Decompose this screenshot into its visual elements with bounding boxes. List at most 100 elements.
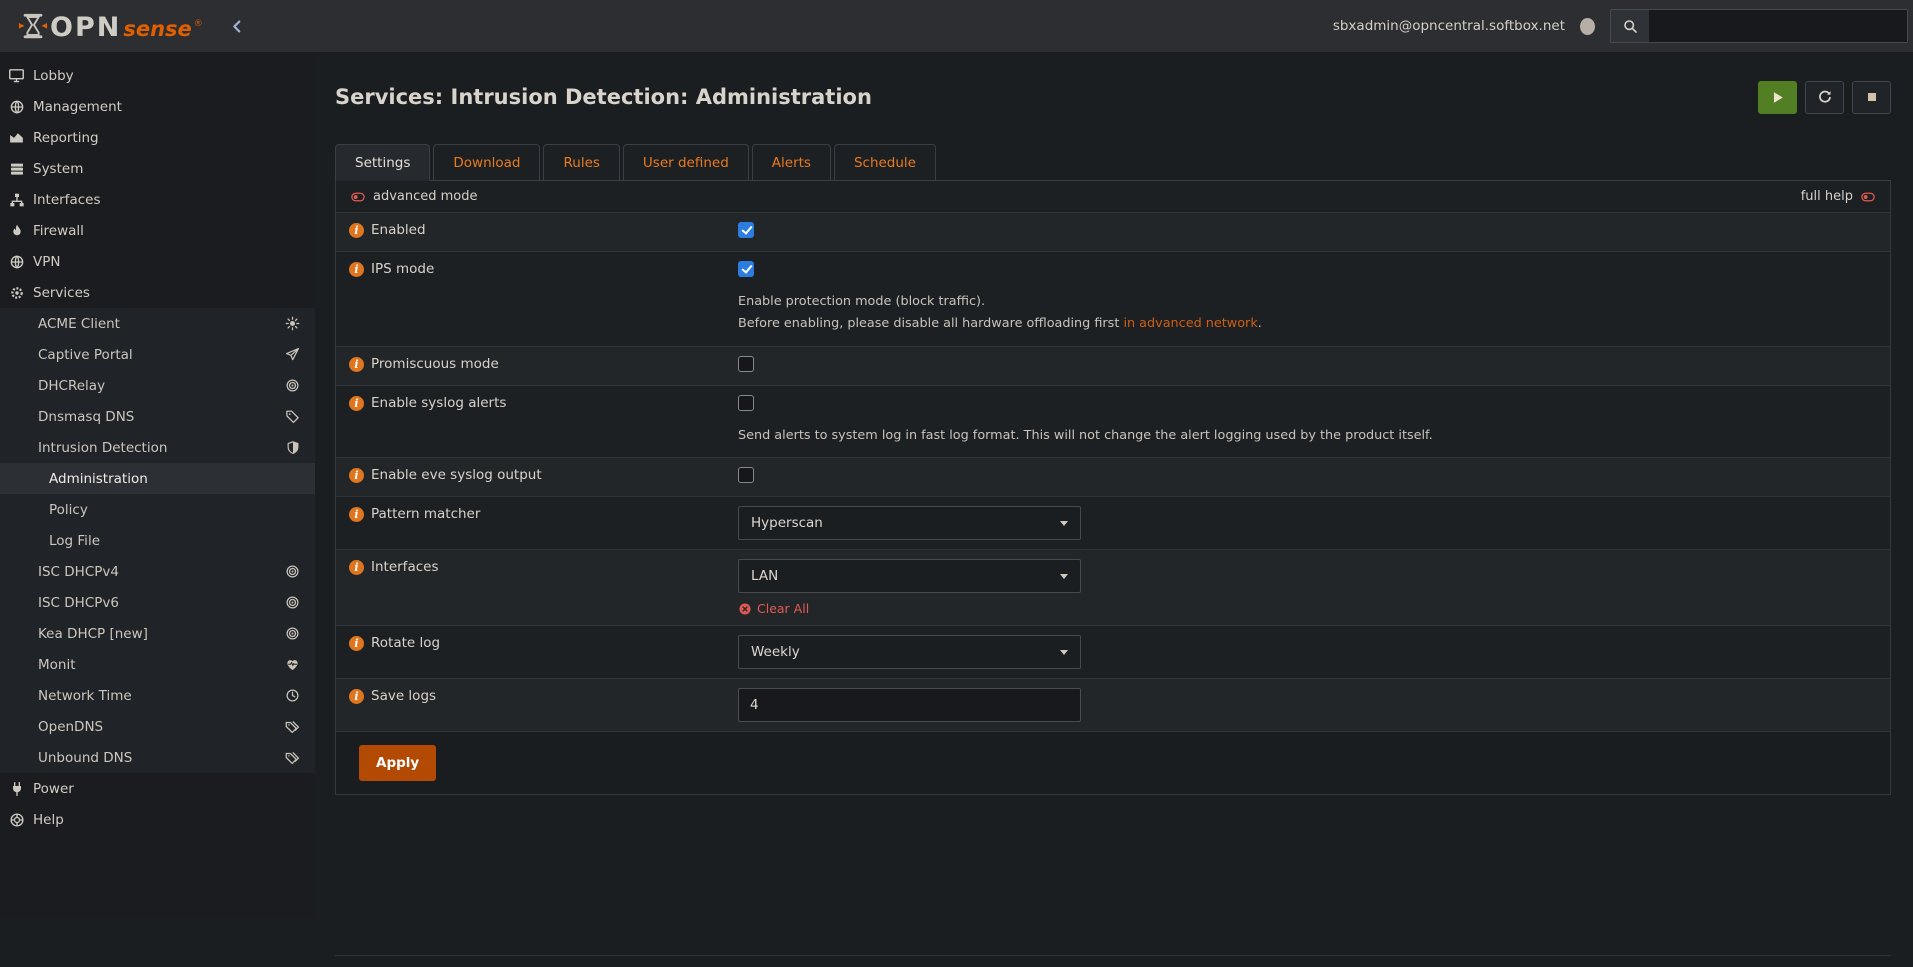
eve-syslog-checkbox[interactable] [738,467,754,483]
sidebar-item-acme-client[interactable]: ACME Client [0,308,315,339]
opnsense-logo[interactable]: OPN sense ® [18,11,203,41]
bullseye-icon [285,378,300,393]
chevron-left-icon [229,18,246,35]
sidebar-item-label: Intrusion Detection [38,440,167,456]
sidebar-item-firewall[interactable]: Firewall [0,215,315,246]
selected-value: Hyperscan [751,515,823,531]
setting-label: Enabled [371,222,426,238]
bullseye-icon [285,595,300,610]
help-text: Enable protection mode (block traffic). [738,292,1538,312]
tab-rules[interactable]: Rules [543,144,619,181]
help-text: Send alerts to system log in fast log fo… [738,426,1528,446]
tab-alerts[interactable]: Alerts [752,144,831,181]
advanced-mode-toggle[interactable]: advanced mode [349,189,478,204]
info-circle-icon[interactable] [349,560,364,575]
sidebar-item-dhcrelay[interactable]: DHCRelay [0,370,315,401]
paper-plane-icon [285,347,300,362]
sidebar-item-log-file[interactable]: Log File [0,525,315,556]
sidebar-item-help[interactable]: Help [0,804,315,835]
hourglass-logo-icon [18,11,48,41]
promiscuous-mode-checkbox[interactable] [738,356,754,372]
sidebar-item-intrusion-detection[interactable]: Intrusion Detection [0,432,315,463]
sidebar-item-network-time[interactable]: Network Time [0,680,315,711]
sidebar-item-opendns[interactable]: OpenDNS [0,711,315,742]
full-help-toggle[interactable]: full help [1801,189,1877,204]
sidebar-item-label: Firewall [33,223,84,239]
sidebar-item-services[interactable]: Services [0,277,315,308]
sidebar-item-label: ISC DHCPv4 [38,564,119,580]
clear-all-button[interactable]: Clear All [738,601,1890,616]
desktop-icon [8,67,25,84]
tab-settings[interactable]: Settings [335,144,430,181]
sidebar-item-dnsmasq-dns[interactable]: Dnsmasq DNS [0,401,315,432]
life-ring-icon [8,812,25,828]
tab-schedule[interactable]: Schedule [834,144,936,181]
start-service-button[interactable] [1758,81,1797,114]
info-circle-icon[interactable] [349,689,364,704]
sidebar-item-lobby[interactable]: Lobby [0,60,315,91]
enabled-checkbox[interactable] [738,222,754,238]
sidebar-item-isc-dhcpv6[interactable]: ISC DHCPv6 [0,587,315,618]
sidebar-item-policy[interactable]: Policy [0,494,315,525]
sidebar-item-label: Power [33,781,74,797]
info-circle-icon[interactable] [349,262,364,277]
sidebar-item-system[interactable]: System [0,153,315,184]
plug-icon [8,781,25,797]
interfaces-select[interactable]: LAN [738,559,1081,593]
caret-down-icon [1060,574,1068,579]
sidebar-collapse-button[interactable] [229,18,246,35]
pattern-matcher-select[interactable]: Hyperscan [738,506,1081,540]
brand-trademark: ® [194,19,203,29]
sidebar-item-kea-dhcp[interactable]: Kea DHCP [new] [0,618,315,649]
user-status-dot [1580,18,1595,35]
save-logs-input[interactable] [738,688,1081,722]
info-circle-icon[interactable] [349,357,364,372]
tab-download[interactable]: Download [433,144,540,181]
setting-row-ips-mode: IPS mode Enable protection mode (block t… [336,251,1890,346]
circle-xmark-icon [738,602,752,616]
brand-opn: OPN [50,14,121,41]
setting-row-pattern-matcher: Pattern matcher Hyperscan [336,496,1890,549]
sidebar-item-interfaces[interactable]: Interfaces [0,184,315,215]
sidebar-item-reporting[interactable]: Reporting [0,122,315,153]
sidebar-item-management[interactable]: Management [0,91,315,122]
info-circle-icon[interactable] [349,223,364,238]
shield-icon [286,440,300,455]
advanced-network-link[interactable]: in advanced network [1123,316,1257,331]
sidebar-item-administration[interactable]: Administration [0,463,315,494]
info-circle-icon[interactable] [349,396,364,411]
info-circle-icon[interactable] [349,507,364,522]
sidebar-item-label: Monit [38,657,76,673]
info-circle-icon[interactable] [349,468,364,483]
syslog-alerts-checkbox[interactable] [738,395,754,411]
tags-icon [285,750,300,765]
sidebar-item-label: Log File [49,533,100,549]
fire-icon [8,223,25,239]
main-content: Services: Intrusion Detection: Administr… [315,52,1913,918]
sidebar-item-label: Services [33,285,90,301]
sidebar-item-vpn[interactable]: VPN [0,246,315,277]
restart-service-button[interactable] [1805,81,1844,114]
sidebar-item-isc-dhcpv4[interactable]: ISC DHCPv4 [0,556,315,587]
sidebar-item-monit[interactable]: Monit [0,649,315,680]
stop-service-button[interactable] [1852,81,1891,114]
ips-mode-checkbox[interactable] [738,261,754,277]
info-circle-icon[interactable] [349,636,364,651]
sidebar-item-label: ACME Client [38,316,120,332]
toggle-off-icon [1859,190,1877,204]
search-input[interactable] [1649,10,1907,42]
sidebar-item-label: Interfaces [33,192,100,208]
clock-icon [285,688,300,703]
sidebar-item-label: Kea DHCP [new] [38,626,148,642]
sidebar-item-label: Help [33,812,64,828]
sidebar-item-power[interactable]: Power [0,773,315,804]
rotate-log-select[interactable]: Weekly [738,635,1081,669]
sidebar-item-captive-portal[interactable]: Captive Portal [0,339,315,370]
sidebar-item-unbound-dns[interactable]: Unbound DNS [0,742,315,773]
tab-user-defined[interactable]: User defined [623,144,749,181]
panel-header-row: advanced mode full help [336,181,1890,212]
setting-row-promiscuous-mode: Promiscuous mode [336,346,1890,385]
brand-sense: sense [123,17,191,41]
apply-button[interactable]: Apply [359,745,436,781]
setting-row-eve-syslog: Enable eve syslog output [336,457,1890,496]
